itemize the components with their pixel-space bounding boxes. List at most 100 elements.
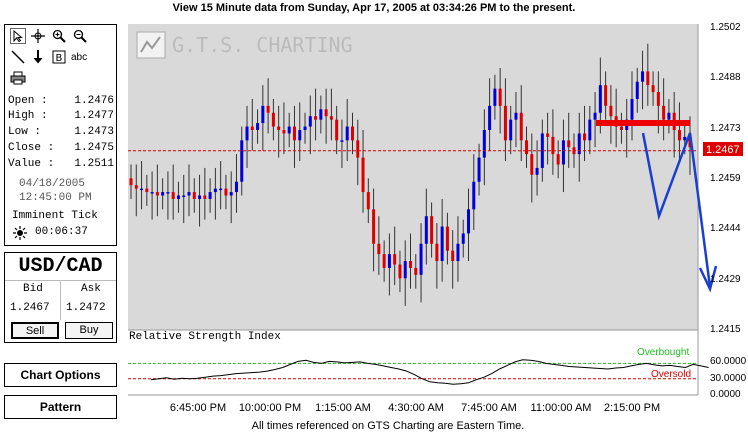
candle-down: [356, 140, 360, 158]
candle-up: [150, 192, 154, 194]
candle-up: [176, 195, 180, 199]
candle-up: [240, 140, 244, 182]
candle-up: [298, 130, 302, 141]
candle-up: [477, 157, 481, 182]
candle-up: [509, 119, 513, 141]
candle-down: [656, 92, 660, 106]
candle-down: [519, 112, 523, 141]
x-tick-label: 2:15:00 PM: [603, 402, 661, 414]
candle-up: [340, 140, 344, 142]
candle-up: [140, 188, 144, 191]
current-price-label: 1.2467: [706, 144, 740, 156]
x-tick-label: 4:30:00 AM: [388, 402, 444, 414]
candle-up: [588, 119, 592, 141]
candle-down: [651, 85, 655, 93]
y-tick-label: 1.2473: [710, 123, 741, 134]
candle-down: [171, 192, 175, 199]
rsi-title: Relative Strength Index: [129, 331, 281, 343]
price-chart[interactable]: G.T.S. CHARTING Relative Strength Index …: [0, 0, 748, 439]
candle-down: [145, 188, 149, 193]
candle-down: [451, 250, 455, 262]
candle-down: [498, 88, 502, 106]
candle-down: [546, 133, 550, 137]
x-tick-label: 10:00:00 PM: [238, 402, 302, 414]
candle-down: [398, 264, 402, 279]
candle-up: [161, 192, 165, 196]
candle-up: [166, 192, 170, 194]
candle-up: [535, 167, 539, 175]
candle-down: [530, 154, 534, 175]
candle-down: [609, 105, 613, 117]
candle-down: [551, 136, 555, 155]
candle-down: [409, 261, 412, 268]
candle-up: [234, 181, 238, 193]
candle-up: [208, 192, 212, 199]
candle-up: [561, 140, 565, 165]
candle-down: [129, 178, 133, 186]
candle-up: [667, 112, 671, 120]
oversold-label: Oversold: [651, 369, 691, 380]
candle-down: [192, 192, 196, 199]
candle-down: [350, 126, 354, 141]
candle-down: [324, 109, 328, 117]
candle-up: [303, 126, 307, 130]
y-tick-label: 1.2488: [710, 72, 741, 83]
candle-up: [319, 109, 323, 120]
candle-up: [488, 105, 492, 130]
candle-up: [641, 71, 645, 82]
candle-up: [403, 261, 407, 279]
candle-up: [683, 136, 687, 141]
candle-up: [440, 226, 444, 262]
candle-down: [372, 209, 376, 244]
candle-down: [382, 254, 386, 268]
candle-down: [361, 157, 365, 193]
candle-down: [134, 185, 138, 189]
candle-up: [514, 112, 518, 120]
watermark-text: G.T.S. CHARTING: [172, 33, 353, 57]
candle-up: [308, 116, 312, 127]
candle-up: [493, 88, 497, 106]
candle-down: [414, 267, 418, 275]
candle-down: [314, 116, 318, 120]
price-plot-area: [128, 24, 698, 330]
candle-up: [256, 123, 260, 130]
candle-up: [245, 126, 249, 141]
candle-down: [619, 126, 623, 130]
candle-up: [219, 188, 223, 191]
candle-down: [662, 105, 666, 120]
candle-up: [593, 112, 597, 120]
candle-up: [198, 195, 202, 199]
timezone-footnote: All times referenced on GTS Charting are…: [251, 420, 525, 432]
candle-down: [503, 105, 507, 141]
candle-down: [377, 243, 381, 255]
candle-up: [467, 209, 471, 234]
candle-up: [424, 216, 428, 244]
candle-down: [525, 140, 529, 155]
candle-down: [445, 226, 449, 251]
candle-down: [567, 140, 571, 148]
candle-down: [366, 192, 370, 210]
candle-down: [155, 192, 159, 196]
rsi-tick-label: 30.0000: [710, 373, 747, 384]
candle-down: [266, 105, 270, 113]
candle-up: [187, 192, 191, 196]
x-tick-label: 11:00:00 AM: [530, 402, 592, 414]
rsi-tick-label: 60.0000: [710, 356, 747, 367]
candle-down: [604, 85, 608, 106]
candle-up: [482, 130, 486, 158]
candle-down: [224, 188, 228, 196]
candle-down: [677, 130, 681, 141]
candle-up: [387, 254, 391, 268]
rsi-tick-label: 0.0000: [710, 389, 741, 400]
candle-down: [282, 130, 286, 134]
candle-down: [271, 112, 275, 127]
candle-down: [277, 126, 281, 130]
y-tick-label: 1.2502: [710, 22, 741, 33]
candle-up: [630, 98, 634, 120]
candle-up: [419, 243, 423, 275]
candle-down: [556, 154, 560, 165]
candle-down: [335, 119, 339, 141]
y-tick-label: 1.2415: [710, 324, 741, 335]
candle-up: [456, 243, 460, 262]
y-tick-label: 1.2444: [710, 223, 741, 234]
